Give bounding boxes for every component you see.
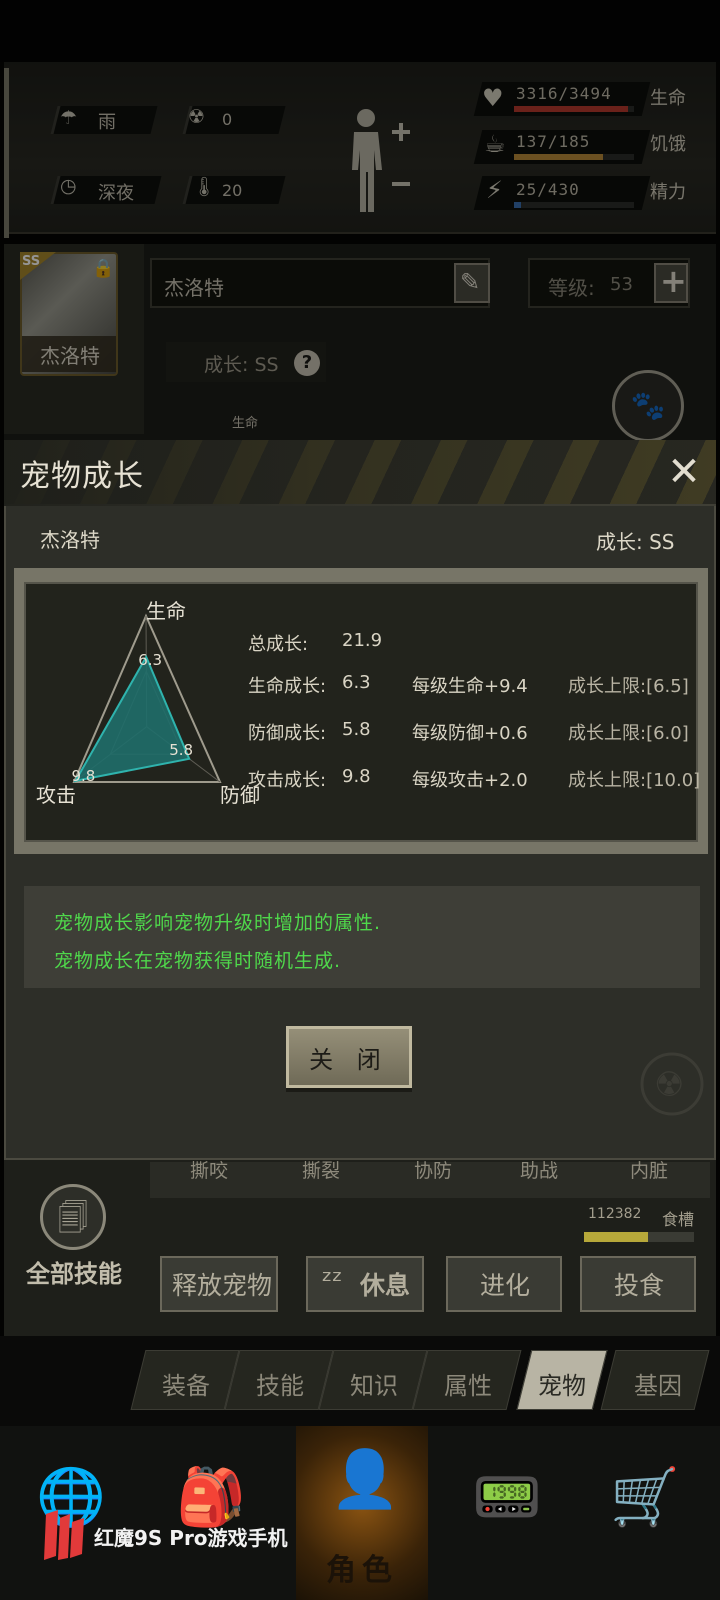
tab-label: 知识 (350, 1372, 398, 1400)
total-growth-label: 总成长: (248, 634, 309, 655)
tab-label: 装备 (162, 1372, 210, 1400)
tip-line: 宠物成长影响宠物升级时增加的属性. (54, 912, 382, 934)
feed-label: 投食 (614, 1271, 665, 1300)
device-watermark: 红魔9S Pro游戏手机 (94, 1526, 288, 1550)
defense-growth-label: 防御成长: (248, 723, 327, 744)
total-growth-value: 21.9 (342, 630, 383, 651)
skill-name[interactable]: 撕裂 (302, 1156, 340, 1183)
growth-radar-chart: 6.3 5.8 9.8 生命 防御 攻击 (36, 599, 260, 807)
close-icon[interactable]: ✕ (664, 452, 704, 492)
rest-label: 休息 (360, 1271, 411, 1300)
document-search-icon: 🗐 (58, 1201, 88, 1236)
backpack-icon[interactable]: 🎒 (176, 1464, 246, 1530)
radar-value-label: 5.8 (169, 741, 193, 759)
skill-name[interactable]: 协防 (414, 1156, 452, 1183)
food-label: 食槽 (662, 1210, 695, 1229)
close-button-label: 关 闭 (309, 1046, 389, 1074)
tab-label: 基因 (634, 1372, 682, 1400)
evolve-label: 进化 (480, 1271, 531, 1300)
skill-name[interactable]: 撕咬 (190, 1156, 228, 1183)
life-growth-label: 生命成长: (248, 676, 327, 697)
radar-axis-label-life: 生命 (146, 599, 186, 623)
food-value: 112382 (588, 1206, 642, 1222)
attack-growth-label: 攻击成长: (248, 770, 327, 791)
defense-per-level: 每级防御+0.6 (412, 723, 528, 744)
skill-name[interactable]: 助战 (520, 1156, 558, 1183)
tab-label: 宠物 (538, 1372, 586, 1400)
attack-growth-value: 9.8 (342, 766, 371, 787)
tip-line: 宠物成长在宠物获得时随机生成. (54, 950, 342, 972)
radiation-watermark-icon: ☢ (640, 1052, 704, 1116)
release-pet-label: 释放宠物 (172, 1271, 273, 1300)
defense-growth-cap: 成长上限:[6.0] (568, 723, 689, 744)
dialog-pet-name: 杰洛特 (40, 528, 100, 552)
head-profile-icon: 👤 (330, 1447, 400, 1512)
radar-value-label: 6.3 (138, 651, 162, 669)
skill-name[interactable]: 内脏 (630, 1156, 668, 1183)
dialog-title: 宠物成长 (20, 459, 144, 494)
redmagic-logo (44, 1510, 84, 1560)
dialog-growth-rank: 成长: SS (596, 530, 675, 554)
life-per-level: 每级生命+9.4 (412, 676, 528, 697)
food-bar-fill (584, 1232, 648, 1242)
nav-role-label: 角色 (326, 1553, 398, 1588)
all-skills-label[interactable]: 全部技能 (26, 1254, 122, 1289)
sleep-icon: ᶻᶻ (322, 1264, 343, 1297)
life-growth-value: 6.3 (342, 672, 371, 693)
radio-icon[interactable]: 📟 (472, 1464, 542, 1530)
defense-growth-value: 5.8 (342, 719, 371, 740)
radar-axis-label-attack: 攻击 (36, 783, 76, 807)
tab-label: 技能 (256, 1372, 304, 1400)
attack-per-level: 每级攻击+2.0 (412, 770, 528, 791)
svg-text:☢: ☢ (654, 1065, 684, 1105)
cart-icon[interactable]: 🛒 (610, 1464, 680, 1530)
life-growth-cap: 成长上限:[6.5] (568, 676, 689, 697)
attack-growth-cap: 成长上限:[10.0] (568, 770, 701, 791)
tab-label: 属性 (444, 1372, 492, 1400)
